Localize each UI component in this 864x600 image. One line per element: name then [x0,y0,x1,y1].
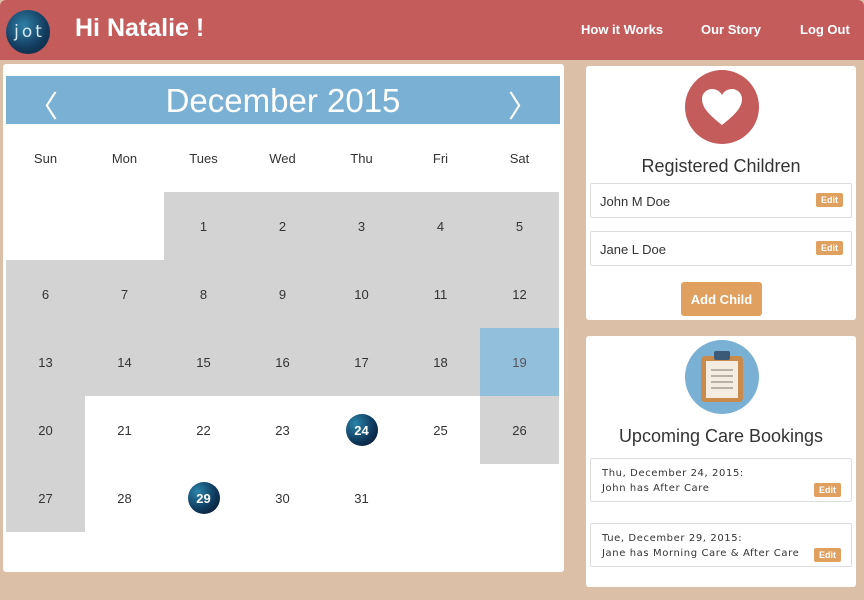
upcoming-bookings-title: Upcoming Care Bookings [618,426,824,446]
calendar-day[interactable]: 11 [401,260,480,328]
calendar-day[interactable]: 30 [243,464,322,532]
calendar-day[interactable]: 21 [85,396,164,464]
calendar-day[interactable]: 22 [164,396,243,464]
calendar-day[interactable]: 23 [243,396,322,464]
calendar-day[interactable]: 15 [164,328,243,396]
registered-children-title: Registered Children [641,156,801,176]
child-row: Jane L Doe Edit [590,231,852,266]
calendar-day[interactable]: 17 [322,328,401,396]
upcoming-bookings-panel: Upcoming Care Bookings Thu, December 24,… [586,336,856,587]
calendar-panel: 〈 December 2015 〉 Sun Mon Tues Wed Thu F… [3,64,564,572]
child-name: Jane L Doe [600,242,667,257]
calendar-month-title: December 2015 [165,82,401,119]
clipboard-icon [685,340,759,414]
calendar-day[interactable]: 31 [322,464,401,532]
booking-item: Tue, December 29, 2015: Jane has Morning… [590,523,852,567]
heart-icon [685,70,759,144]
nav-how-it-works[interactable]: How it Works [581,22,663,37]
calendar-day[interactable]: 8 [164,260,243,328]
greeting-text: Hi Natalie ! [75,14,205,42]
child-name: John M Doe [600,194,671,209]
calendar-day-booked[interactable]: 29 [164,464,243,532]
edit-child-button[interactable]: Edit [816,241,843,255]
calendar-day[interactable]: 5 [480,192,559,260]
calendar-day[interactable]: 3 [322,192,401,260]
edit-child-button[interactable]: Edit [816,193,843,207]
calendar-day[interactable]: 1 [164,192,243,260]
nav-our-story[interactable]: Our Story [701,22,761,37]
booking-detail: Jane has Morning Care & After Care [602,548,800,559]
weekday-sun: Sun [33,151,58,166]
calendar-day[interactable]: 14 [85,328,164,396]
calendar-day[interactable]: 4 [401,192,480,260]
weekday-thu: Thu [350,151,373,166]
weekday-tue: Tues [189,151,218,166]
jot-logo[interactable]: jot [6,10,50,54]
calendar-header: 〈 December 2015 〉 [6,76,560,126]
next-month-button[interactable]: 〉 [508,82,538,126]
weekday-sat: Sat [509,151,530,166]
top-header: jot Hi Natalie ! How it Works Our Story … [0,0,864,60]
calendar-day-booked[interactable]: 24 [322,396,401,464]
nav-log-out[interactable]: Log Out [800,22,850,37]
calendar-day[interactable]: 27 [6,464,85,532]
calendar-day[interactable]: 28 [85,464,164,532]
add-child-button[interactable]: Add Child [681,282,762,316]
booking-badge: 29 [187,482,220,514]
child-row: John M Doe Edit [590,183,852,218]
calendar-day[interactable]: 12 [480,260,559,328]
calendar-day-selected[interactable]: 19 [480,328,559,396]
edit-booking-button[interactable]: Edit [814,483,841,497]
calendar-day[interactable]: 26 [480,396,559,464]
calendar-day[interactable]: 2 [243,192,322,260]
registered-children-panel: Registered Children John M Doe Edit Jane… [586,66,856,320]
calendar-day[interactable]: 9 [243,260,322,328]
calendar-day[interactable]: 10 [322,260,401,328]
weekday-mon: Mon [111,151,138,166]
calendar-day[interactable]: 6 [6,260,85,328]
edit-booking-button[interactable]: Edit [814,548,841,562]
booking-detail: John has After Care [602,483,710,494]
calendar-day[interactable]: 7 [85,260,164,328]
calendar-day[interactable]: 13 [6,328,85,396]
weekday-fri: Fri [432,151,449,166]
booking-item: Thu, December 24, 2015: John has After C… [590,458,852,502]
calendar-day[interactable]: 18 [401,328,480,396]
booking-badge: 24 [345,414,378,446]
booking-date: Thu, December 24, 2015: [602,468,744,479]
calendar-day[interactable]: 25 [401,396,480,464]
weekday-wed: Wed [269,151,296,166]
booking-date: Tue, December 29, 2015: [602,533,743,544]
calendar-day[interactable]: 16 [243,328,322,396]
calendar-day[interactable]: 20 [6,396,85,464]
